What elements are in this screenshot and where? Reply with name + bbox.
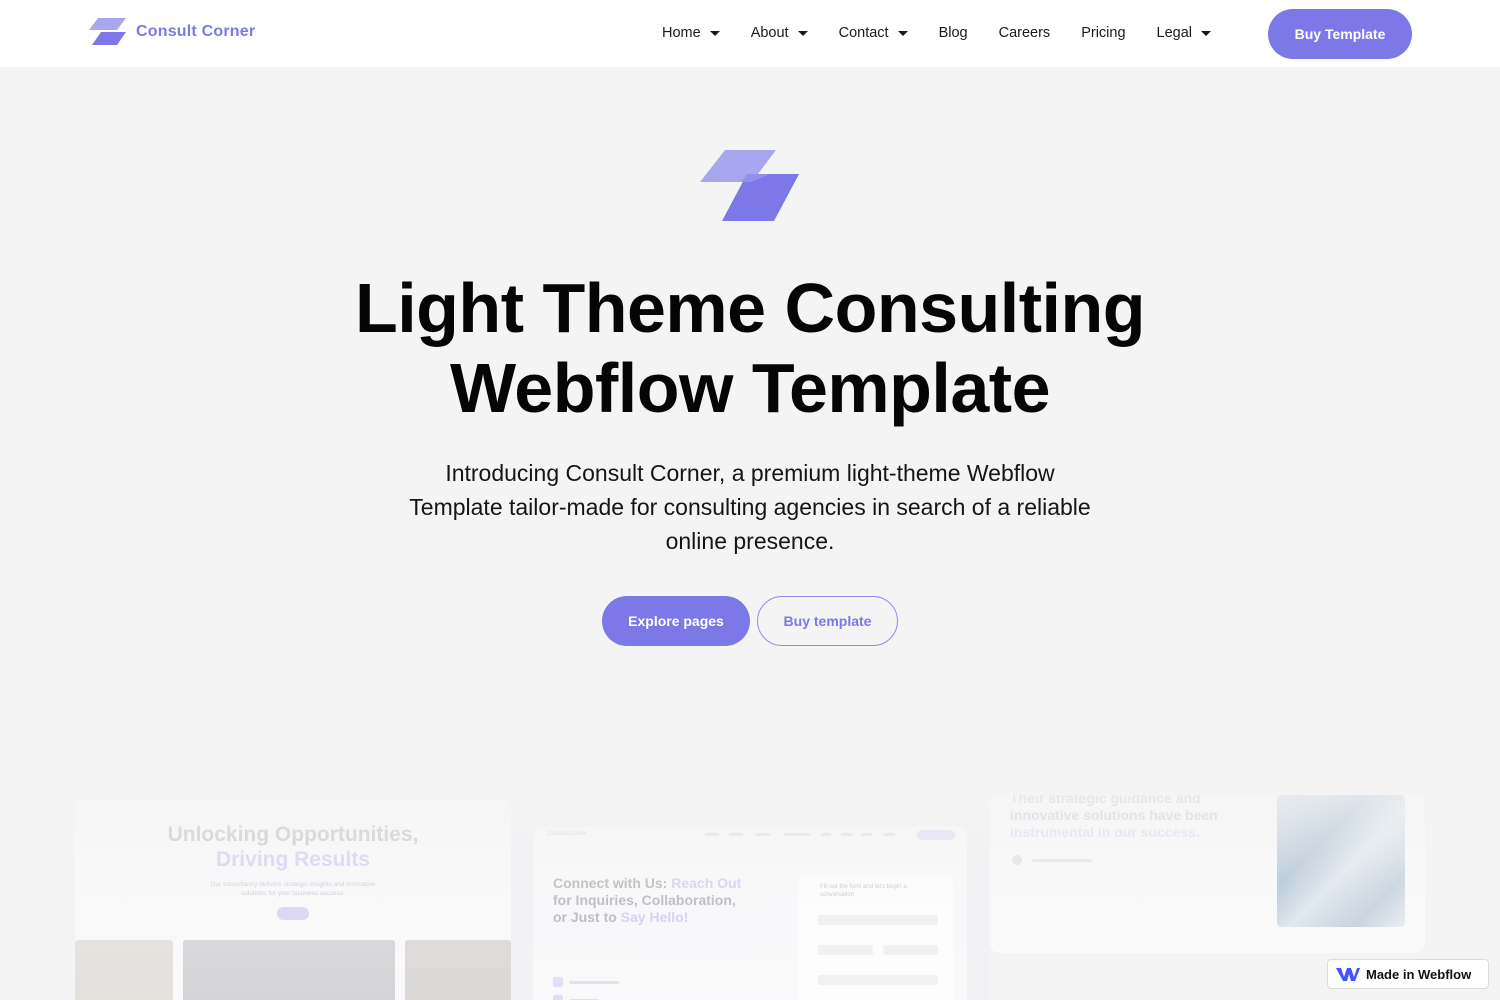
hero-title-line2: Webflow Template [449, 349, 1051, 427]
preview-cta [917, 830, 955, 840]
top-navbar: Consult Corner Home About Contact Blog C… [0, 0, 1500, 67]
preview-nav-link [705, 833, 719, 836]
preview-testimonial-text: Their strategic guidance and innovative … [1010, 795, 1250, 841]
mail-icon [553, 977, 563, 987]
preview-image [1277, 795, 1405, 927]
preview-heading-text: Connect with Us: [553, 875, 672, 891]
preview-heading-highlight: Driving Results [215, 848, 371, 871]
preview-nav-link [729, 833, 743, 836]
template-preview-strip: Unlocking Opportunities, Driving Results… [0, 795, 1500, 1000]
nav-item-about[interactable]: About [751, 25, 808, 41]
preview-heading-highlight: Reach Out [671, 875, 742, 891]
preview-form: Fill out the form and let's begin a conv… [798, 875, 953, 1000]
preview-nav-link [883, 833, 895, 836]
preview-photo [183, 940, 395, 1000]
nav-item-legal[interactable]: Legal [1157, 25, 1211, 41]
hero-subtitle: Introducing Consult Corner, a premium li… [409, 460, 1091, 554]
nav-item-blog[interactable]: Blog [939, 25, 968, 41]
hero-title-line1: Light Theme Consulting [354, 269, 1146, 347]
preview-nav-link [755, 833, 771, 836]
nav-item-label: About [750, 25, 789, 41]
nav-item-label: Contact [838, 25, 889, 41]
preview-contact-heading: Connect with Us: Reach Out for Inquiries… [553, 875, 753, 926]
preview-brand: Consult Corner [547, 831, 588, 837]
hero-logo-icon [700, 150, 799, 221]
preview-photo [405, 940, 511, 1000]
nav-item-contact[interactable]: Contact [839, 25, 908, 41]
nav-item-home[interactable]: Home [662, 25, 720, 41]
webflow-logo-icon [1336, 967, 1360, 981]
preview-navbar: Consult Corner [533, 827, 967, 843]
caret-down-icon [897, 30, 908, 36]
phone-icon [553, 995, 563, 1000]
preview-paragraph: Our consultancy delivers strategic insig… [210, 881, 376, 897]
nav-item-pricing[interactable]: Pricing [1081, 25, 1125, 41]
preview-heading-highlight: Say Hello! [620, 909, 689, 925]
nav-item-label: Home [662, 25, 701, 41]
preview-form-field [818, 915, 938, 925]
nav-item-label: Careers [998, 25, 1051, 41]
preview-heading: Unlocking Opportunities, [167, 823, 419, 846]
main-menu: Home About Contact Blog Careers Pricing … [662, 22, 1242, 44]
nav-item-careers[interactable]: Careers [999, 25, 1051, 41]
preview-window: Consult Corner Connect with Us: Reach Ou… [533, 827, 967, 1000]
preview-testimonial-body: Their strategic guidance and innovative … [1010, 795, 1218, 823]
preview-nav-link [841, 833, 853, 836]
caret-down-icon [797, 30, 808, 36]
preview-card-contact[interactable]: Consult Corner Connect with Us: Reach Ou… [511, 805, 989, 1000]
preview-card-testimonial[interactable]: Their strategic guidance and innovative … [990, 795, 1425, 953]
preview-form-field [883, 945, 938, 955]
buy-template-nav-button[interactable]: Buy Template [1268, 9, 1412, 59]
caret-down-icon [709, 30, 720, 36]
brand-name: Consult Corner [136, 22, 256, 40]
caret-down-icon [1201, 30, 1211, 36]
made-in-webflow-badge[interactable]: Made in Webflow [1327, 959, 1489, 989]
preview-photo [75, 940, 173, 1000]
badge-label: Made in Webflow [1366, 966, 1472, 982]
preview-card-home[interactable]: Unlocking Opportunities, Driving Results… [75, 800, 511, 1000]
preview-button [277, 907, 309, 920]
brand-logo-link[interactable]: Consult Corner [89, 18, 255, 45]
preview-nav-link [783, 833, 811, 836]
preview-nav-link [861, 833, 873, 836]
preview-contact-line [569, 981, 619, 984]
brand-logo-icon [89, 18, 126, 45]
preview-author-line [1032, 859, 1092, 862]
preview-form-field [818, 945, 873, 955]
nav-item-label: Legal [1156, 25, 1192, 41]
preview-form-title: Fill out the form and let's begin a conv… [820, 884, 907, 898]
preview-testimonial-highlight: instrumental in our success. [1010, 824, 1200, 840]
preview-nav-link [821, 833, 831, 836]
preview-form-field [818, 975, 938, 985]
avatar [1012, 855, 1022, 865]
nav-item-label: Pricing [1081, 25, 1126, 41]
nav-item-label: Blog [938, 25, 968, 41]
explore-pages-button[interactable]: Explore pages [602, 596, 750, 646]
hero-title: Light Theme Consulting Webflow Template [0, 268, 1500, 428]
buy-template-button[interactable]: Buy template [757, 596, 898, 646]
